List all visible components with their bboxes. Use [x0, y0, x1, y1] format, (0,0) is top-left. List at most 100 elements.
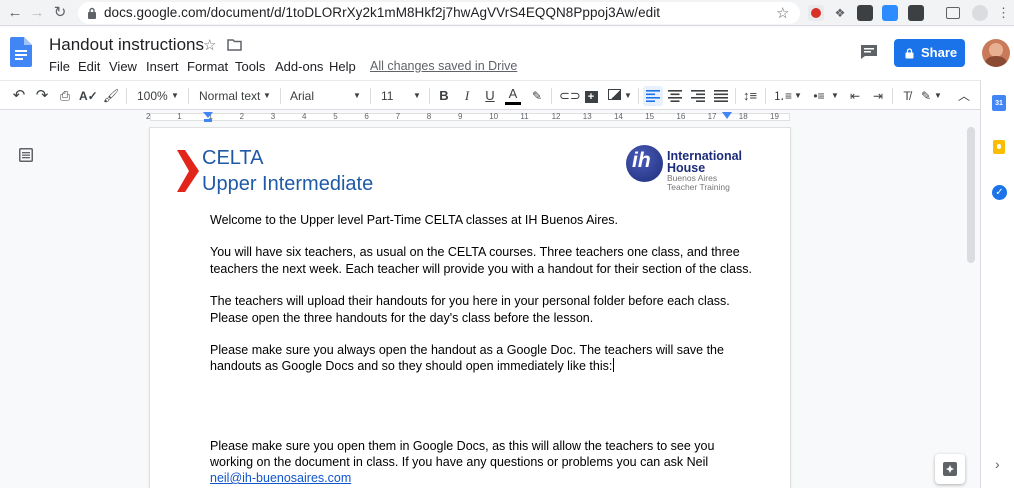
- comment-history-icon[interactable]: [860, 44, 878, 60]
- redo-icon[interactable]: ↷: [33, 86, 51, 106]
- right-indent-marker-icon[interactable]: [722, 112, 732, 120]
- text-cursor: [613, 358, 615, 372]
- menu-help[interactable]: Help: [329, 59, 356, 74]
- email-link[interactable]: neil@ih-buenosaires.com: [210, 470, 351, 486]
- numbered-list-icon[interactable]: ⒈≡: [773, 86, 792, 106]
- insert-link-icon[interactable]: ⊂⊃: [559, 86, 581, 106]
- url-text: docs.google.com/document/d/1toDLORrXy2k1…: [104, 5, 661, 20]
- ruler-number: 14: [614, 112, 623, 121]
- paragraph-open-line1: Please make sure you open them in Google…: [210, 439, 715, 453]
- explore-button[interactable]: [935, 454, 965, 484]
- underline-icon[interactable]: U: [482, 86, 498, 106]
- extension-icon[interactable]: [808, 5, 824, 21]
- italic-icon[interactable]: I: [459, 86, 475, 106]
- document-page[interactable]: CELTA Upper Intermediate ih Internationa…: [150, 128, 790, 488]
- chevron-down-icon: ▼: [934, 91, 942, 100]
- paragraph-google-doc-line1: Please make sure you always open the han…: [210, 343, 724, 357]
- menu-format[interactable]: Format: [187, 59, 228, 74]
- dropbox-icon[interactable]: ❖: [832, 5, 848, 21]
- paragraph-teachers-line1: You will have six teachers, as usual on …: [210, 245, 740, 259]
- align-left-button[interactable]: [643, 86, 663, 106]
- ruler-number: 3: [270, 112, 276, 121]
- ruler-number: 6: [364, 112, 369, 121]
- paint-format-icon[interactable]: 🖌: [102, 86, 120, 106]
- increase-indent-icon[interactable]: ⇥: [869, 86, 887, 106]
- undo-icon[interactable]: ↶: [10, 86, 28, 106]
- logo-teacher-training: Teacher Training: [667, 182, 730, 192]
- move-to-folder-icon[interactable]: [227, 39, 242, 51]
- show-side-panel-chevron-icon[interactable]: ›: [995, 456, 1000, 472]
- add-comment-icon[interactable]: +: [583, 86, 599, 106]
- ruler-number: 16: [676, 112, 686, 121]
- horizontal-ruler[interactable]: 2 1 1 2 3 4 5 6 7 8 9 10 11 12 13 14 15 16 17 18 19: [0, 111, 980, 123]
- chevron-down-icon: ▼: [413, 91, 421, 100]
- menu-addons[interactable]: Add-ons: [275, 59, 323, 74]
- celta-chevron-logo: [177, 150, 199, 192]
- document-outline-icon[interactable]: [19, 148, 33, 162]
- ruler-number: 8: [426, 112, 432, 121]
- zoom-extension-icon[interactable]: [882, 5, 898, 21]
- left-indent-marker-icon[interactable]: [203, 112, 213, 122]
- lock-icon: [905, 48, 914, 59]
- ruler-number: 19: [770, 112, 779, 121]
- scrollbar-thumb[interactable]: [967, 127, 975, 263]
- font-select[interactable]: Arial: [290, 86, 350, 106]
- chevron-down-icon: ▼: [831, 91, 839, 100]
- editing-mode-pencil-icon[interactable]: ✎: [918, 86, 934, 106]
- docs-logo-icon[interactable]: [10, 37, 32, 67]
- document-title[interactable]: Handout instructions: [49, 35, 204, 55]
- bookmark-star-icon[interactable]: ☆: [776, 4, 789, 22]
- profile-avatar[interactable]: [972, 5, 988, 21]
- browser-menu-icon[interactable]: ⋮: [997, 5, 1010, 21]
- cast-icon[interactable]: [946, 7, 960, 19]
- ruler-number: 10: [489, 112, 499, 121]
- menu-tools[interactable]: Tools: [235, 59, 265, 74]
- extension-icon[interactable]: [857, 5, 873, 21]
- insert-image-icon[interactable]: [606, 86, 622, 106]
- tasks-icon[interactable]: ✓: [992, 185, 1007, 200]
- align-right-icon: [691, 90, 705, 102]
- explore-icon: [943, 462, 957, 476]
- ruler-number: 17: [707, 112, 717, 121]
- bold-icon[interactable]: B: [436, 86, 452, 106]
- paragraph-open-line2: working on the document in class. If you…: [210, 455, 709, 469]
- paragraph-upload-line1: The teachers will upload their handouts …: [210, 294, 730, 308]
- highlight-color-icon[interactable]: ✎: [529, 86, 545, 106]
- save-status-link[interactable]: All changes saved in Drive: [370, 59, 517, 73]
- menu-view[interactable]: View: [109, 59, 137, 74]
- chevron-down-icon: ▼: [171, 91, 179, 100]
- menu-insert[interactable]: Insert: [146, 59, 179, 74]
- menu-file[interactable]: File: [49, 59, 70, 74]
- paragraph-style-select[interactable]: Normal text: [199, 86, 269, 106]
- chevron-down-icon: ▼: [794, 91, 802, 100]
- address-bar[interactable]: docs.google.com/document/d/1toDLORrXy2k1…: [78, 2, 800, 24]
- share-button-label: Share: [921, 45, 958, 60]
- share-button[interactable]: Share: [894, 39, 965, 67]
- text-color-icon[interactable]: A: [505, 86, 521, 105]
- back-arrow-icon[interactable]: ←: [6, 4, 24, 22]
- user-avatar[interactable]: [982, 39, 1010, 67]
- ruler-number: 18: [738, 112, 748, 121]
- print-icon[interactable]: ⎙: [56, 86, 74, 106]
- font-size-select[interactable]: 11: [381, 86, 401, 106]
- keep-icon[interactable]: [993, 140, 1005, 154]
- star-icon[interactable]: ☆: [203, 36, 216, 54]
- chevron-down-icon: ▼: [624, 91, 632, 100]
- chevron-down-icon: ▼: [353, 91, 361, 100]
- extension-icon[interactable]: [908, 5, 924, 21]
- reload-icon[interactable]: ↻: [51, 4, 69, 22]
- forward-arrow-icon[interactable]: →: [28, 4, 46, 22]
- bulleted-list-icon[interactable]: •≡: [810, 86, 828, 106]
- calendar-icon[interactable]: 31: [992, 95, 1006, 111]
- vertical-scrollbar[interactable]: [965, 123, 977, 488]
- browser-toolbar: ← → ↻ docs.google.com/document/d/1toDLOR…: [0, 0, 1014, 26]
- align-center-button[interactable]: [666, 86, 684, 106]
- menu-edit[interactable]: Edit: [78, 59, 100, 74]
- justify-button[interactable]: [712, 86, 730, 106]
- hide-menus-chevron-up-icon[interactable]: ︿: [956, 86, 972, 106]
- line-spacing-icon[interactable]: ↕≡: [741, 86, 759, 106]
- clear-formatting-icon[interactable]: T̸: [899, 86, 915, 106]
- spellcheck-icon[interactable]: A✓: [79, 86, 98, 106]
- decrease-indent-icon[interactable]: ⇤: [846, 86, 864, 106]
- align-right-button[interactable]: [689, 86, 707, 106]
